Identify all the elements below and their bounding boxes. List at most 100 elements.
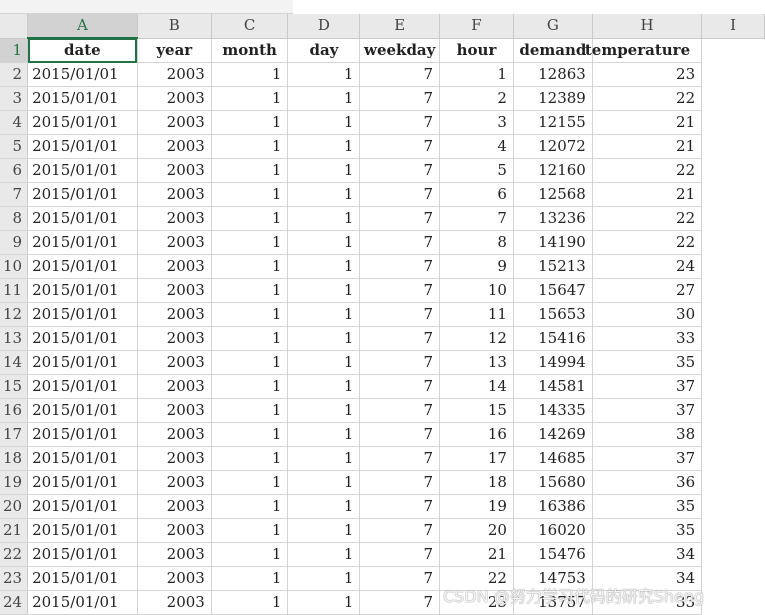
row-header[interactable]: 19 bbox=[0, 470, 29, 495]
cell-date[interactable]: 2015/01/01 bbox=[27, 206, 138, 231]
cell-weekday[interactable]: 7 bbox=[359, 158, 441, 183]
cell-temperature[interactable]: 30 bbox=[592, 302, 703, 327]
cell-month[interactable]: 1 bbox=[211, 326, 289, 351]
cell-demand[interactable]: 15416 bbox=[513, 326, 593, 351]
cell-year[interactable]: 2003 bbox=[137, 182, 212, 207]
cell-demand[interactable]: 12072 bbox=[513, 134, 593, 159]
cell-day[interactable]: 1 bbox=[287, 422, 361, 447]
cell-month[interactable]: 1 bbox=[211, 206, 289, 231]
cell-weekday[interactable]: 7 bbox=[359, 182, 441, 207]
cell-empty[interactable] bbox=[702, 375, 765, 399]
cell-date[interactable]: 2015/01/01 bbox=[27, 398, 138, 423]
cell-weekday[interactable]: 7 bbox=[359, 542, 441, 567]
cell-empty[interactable] bbox=[702, 447, 765, 471]
cell-year[interactable]: 2003 bbox=[137, 470, 212, 495]
column-header-b[interactable]: B bbox=[137, 14, 212, 39]
cell-date[interactable]: 2015/01/01 bbox=[27, 302, 138, 327]
cell-empty[interactable] bbox=[702, 399, 765, 423]
cell-date[interactable]: 2015/01/01 bbox=[27, 86, 138, 111]
cell-weekday[interactable]: 7 bbox=[359, 134, 441, 159]
cell-month[interactable]: 1 bbox=[211, 374, 289, 399]
cell-month[interactable]: 1 bbox=[211, 254, 289, 279]
cell-hour[interactable]: 18 bbox=[439, 470, 514, 495]
cell-weekday[interactable]: 7 bbox=[359, 350, 441, 375]
cell-temperature[interactable]: 38 bbox=[592, 422, 703, 447]
cell-hour[interactable]: 2 bbox=[439, 86, 514, 111]
cell-weekday[interactable]: 7 bbox=[359, 398, 441, 423]
cell-hour-header[interactable]: hour bbox=[439, 38, 514, 63]
cell-date[interactable]: 2015/01/01 bbox=[27, 494, 138, 519]
cell-date[interactable]: 2015/01/01 bbox=[27, 62, 138, 87]
cell-hour[interactable]: 10 bbox=[439, 278, 514, 303]
cell-year[interactable]: 2003 bbox=[137, 350, 212, 375]
cell-date[interactable]: 2015/01/01 bbox=[27, 110, 138, 135]
cell-year[interactable]: 2003 bbox=[137, 254, 212, 279]
cell-empty[interactable] bbox=[702, 63, 765, 87]
cell-year[interactable]: 2003 bbox=[137, 398, 212, 423]
cell-hour[interactable]: 12 bbox=[439, 326, 514, 351]
cell-month[interactable]: 1 bbox=[211, 158, 289, 183]
cell-weekday[interactable]: 7 bbox=[359, 326, 441, 351]
cell-demand[interactable]: 12389 bbox=[513, 86, 593, 111]
cell-demand[interactable]: 12160 bbox=[513, 158, 593, 183]
cell-demand[interactable]: 14335 bbox=[513, 398, 593, 423]
cell-hour[interactable]: 13 bbox=[439, 350, 514, 375]
cell-empty[interactable] bbox=[702, 183, 765, 207]
cell-month[interactable]: 1 bbox=[211, 62, 289, 87]
row-header[interactable]: 5 bbox=[0, 134, 29, 159]
cell-temperature[interactable]: 23 bbox=[592, 62, 703, 87]
cell-weekday[interactable]: 7 bbox=[359, 494, 441, 519]
cell-month[interactable]: 1 bbox=[211, 494, 289, 519]
cell-year[interactable]: 2003 bbox=[137, 446, 212, 471]
cell-date[interactable]: 2015/01/01 bbox=[27, 446, 138, 471]
cell-hour[interactable]: 8 bbox=[439, 230, 514, 255]
cell-day[interactable]: 1 bbox=[287, 62, 361, 87]
cell-empty[interactable] bbox=[702, 38, 765, 63]
cell-demand[interactable]: 15680 bbox=[513, 470, 593, 495]
column-header-e[interactable]: E bbox=[359, 14, 441, 39]
column-header-g[interactable]: G bbox=[513, 14, 593, 39]
cell-hour[interactable]: 6 bbox=[439, 182, 514, 207]
cell-demand[interactable]: 13236 bbox=[513, 206, 593, 231]
cell-weekday[interactable]: 7 bbox=[359, 302, 441, 327]
cell-day[interactable]: 1 bbox=[287, 398, 361, 423]
column-header-c[interactable]: C bbox=[211, 14, 289, 39]
cell-hour[interactable]: 20 bbox=[439, 518, 514, 543]
cell-hour[interactable]: 5 bbox=[439, 158, 514, 183]
cell-empty[interactable] bbox=[702, 231, 765, 255]
cell-temperature[interactable]: 27 bbox=[592, 278, 703, 303]
cell-demand[interactable]: 14269 bbox=[513, 422, 593, 447]
cell-weekday[interactable]: 7 bbox=[359, 278, 441, 303]
cell-year[interactable]: 2003 bbox=[137, 134, 212, 159]
cell-temperature-header[interactable]: temperature bbox=[585, 38, 703, 63]
cell-day[interactable]: 1 bbox=[287, 542, 361, 567]
row-header[interactable]: 16 bbox=[0, 398, 29, 423]
cell-weekday-header[interactable]: weekday bbox=[359, 38, 441, 63]
cell-weekday[interactable]: 7 bbox=[359, 110, 441, 135]
row-header[interactable]: 8 bbox=[0, 206, 29, 231]
cell-month[interactable]: 1 bbox=[211, 470, 289, 495]
cell-weekday[interactable]: 7 bbox=[359, 206, 441, 231]
cell-empty[interactable] bbox=[702, 327, 765, 351]
cell-demand[interactable]: 15653 bbox=[513, 302, 593, 327]
cell-temperature[interactable]: 36 bbox=[592, 470, 703, 495]
cell-hour[interactable]: 21 bbox=[439, 542, 514, 567]
cell-hour[interactable]: 14 bbox=[439, 374, 514, 399]
cell-temperature[interactable]: 22 bbox=[592, 206, 703, 231]
row-header[interactable]: 10 bbox=[0, 254, 29, 279]
row-header[interactable]: 17 bbox=[0, 422, 29, 447]
cell-date[interactable]: 2015/01/01 bbox=[27, 182, 138, 207]
cell-empty[interactable] bbox=[702, 255, 765, 279]
cell-day[interactable]: 1 bbox=[287, 110, 361, 135]
cell-year[interactable]: 2003 bbox=[137, 206, 212, 231]
cell-date[interactable]: 2015/01/01 bbox=[27, 326, 138, 351]
cell-year[interactable]: 2003 bbox=[137, 110, 212, 135]
cell-month[interactable]: 1 bbox=[211, 350, 289, 375]
cell-empty[interactable] bbox=[702, 351, 765, 375]
cell-month[interactable]: 1 bbox=[211, 86, 289, 111]
cell-empty[interactable] bbox=[702, 111, 765, 135]
cell-demand[interactable]: 15476 bbox=[513, 542, 593, 567]
cell-temperature[interactable]: 35 bbox=[592, 350, 703, 375]
cell-demand[interactable]: 12568 bbox=[513, 182, 593, 207]
cell-temperature[interactable]: 22 bbox=[592, 230, 703, 255]
